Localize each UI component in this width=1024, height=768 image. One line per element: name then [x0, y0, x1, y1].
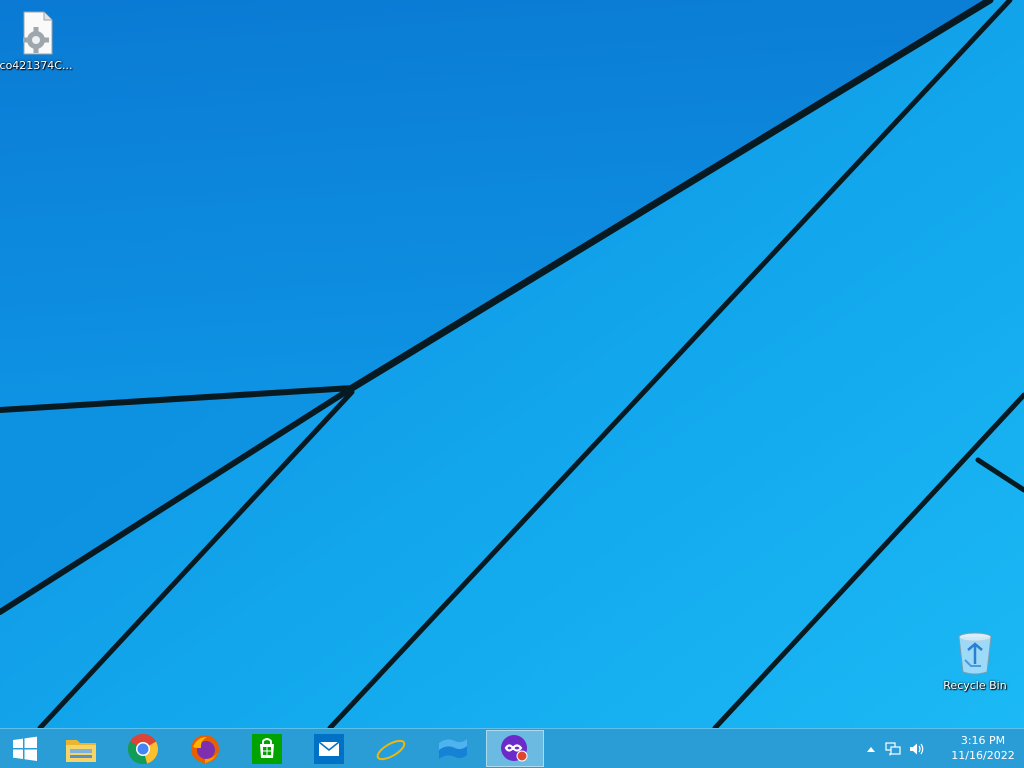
internet-explorer-icon: e	[376, 733, 406, 765]
store-icon	[252, 733, 282, 764]
mail-icon	[314, 733, 344, 764]
purple-app-icon	[501, 734, 528, 761]
desktop-file-label: co421374C...	[0, 59, 73, 72]
taskbar-internet-explorer[interactable]: e	[362, 730, 420, 767]
network-button[interactable]	[882, 729, 904, 768]
recycle-bin[interactable]: Recycle Bin	[937, 630, 1013, 692]
taskbar-mail[interactable]	[300, 730, 358, 767]
clock-date: 11/16/2022	[951, 749, 1015, 762]
taskbar-purple-app[interactable]	[486, 730, 544, 767]
firefox-icon	[191, 734, 219, 763]
windows-logo-icon	[13, 736, 37, 761]
clock[interactable]: 3:16 PM 11/16/2022	[948, 733, 1018, 763]
taskbar-firefox[interactable]	[176, 730, 234, 767]
svg-text:e: e	[381, 733, 400, 765]
recycle-bin-label: Recycle Bin	[943, 679, 1007, 692]
file-explorer-icon	[66, 739, 96, 762]
clock-time: 3:16 PM	[960, 734, 1006, 747]
chrome-icon	[127, 733, 159, 764]
taskbar-store[interactable]	[238, 730, 296, 767]
recycle-bin-icon	[958, 632, 992, 675]
chevron-up-icon	[867, 746, 875, 752]
wallpaper	[0, 0, 1024, 728]
volume-icon	[910, 743, 924, 754]
taskbar: e 3:16 PM 11/16/2022	[0, 728, 1024, 768]
start-button[interactable]	[0, 730, 50, 767]
settings-file-icon	[23, 11, 53, 55]
show-hidden-icons-button[interactable]	[864, 729, 878, 768]
taskbar-file-explorer[interactable]	[52, 730, 110, 767]
volume-button[interactable]	[906, 729, 928, 768]
system-tray: 3:16 PM 11/16/2022	[864, 729, 1024, 768]
blue-window-icon	[439, 738, 467, 759]
desktop-file-icon[interactable]: co421374C...	[0, 10, 74, 72]
taskbar-chrome[interactable]	[114, 730, 172, 767]
network-icon	[885, 741, 901, 755]
desktop[interactable]: co421374C... Recycle Bin	[0, 0, 1024, 728]
taskbar-blue-window[interactable]	[424, 730, 482, 767]
